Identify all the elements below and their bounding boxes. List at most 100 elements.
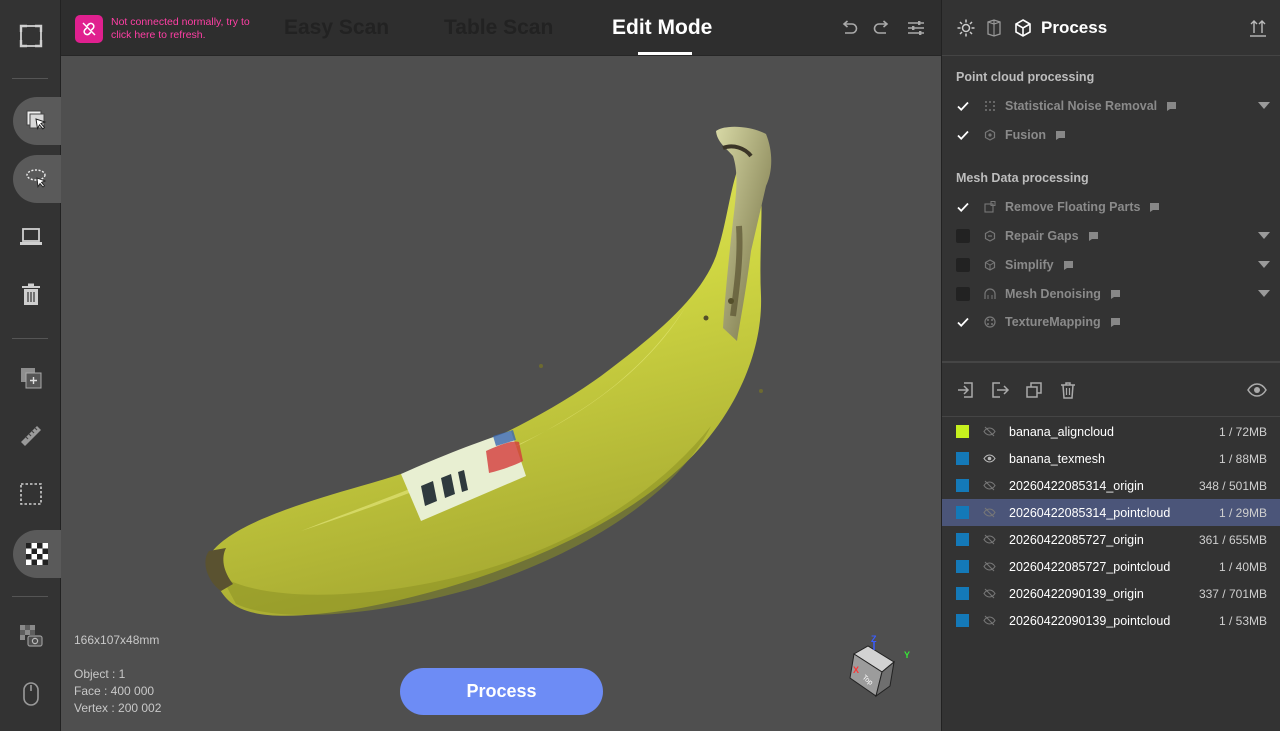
ruler-icon: [20, 426, 41, 446]
chevron-down-icon[interactable]: [1258, 289, 1270, 298]
file-row[interactable]: 20260422085727_origin 361 / 655MB: [942, 526, 1280, 553]
process-item-texture-mapping[interactable]: TextureMapping: [956, 311, 1276, 333]
eye-off-icon[interactable]: [983, 506, 996, 519]
texture-capture-button[interactable]: [0, 612, 61, 660]
sliders-icon[interactable]: [906, 18, 926, 38]
export-icon[interactable]: [990, 380, 1010, 400]
lasso-tool-button[interactable]: [13, 155, 61, 203]
comment-icon[interactable]: [1063, 260, 1073, 270]
file-row[interactable]: 20260422085314_pointcloud 1 / 29MB: [942, 499, 1280, 526]
color-swatch[interactable]: [956, 614, 969, 627]
section-title-point-cloud: Point cloud processing: [956, 70, 1095, 84]
connection-warning-text[interactable]: Not connected normally, try to click her…: [111, 16, 271, 42]
select-tool-button[interactable]: [13, 97, 61, 145]
3d-viewport[interactable]: 166x107x48mm Object : 1 Face : 400 000 V…: [61, 56, 941, 731]
color-swatch[interactable]: [956, 533, 969, 546]
eye-icon[interactable]: [1247, 380, 1267, 400]
app-window: Not connected normally, try to click her…: [0, 0, 1280, 731]
checkbox-unchecked[interactable]: [956, 258, 970, 272]
import-icon[interactable]: [956, 380, 976, 400]
file-name: 20260422085314_pointcloud: [1009, 505, 1171, 520]
eye-off-icon[interactable]: [983, 425, 996, 438]
checkbox-unchecked[interactable]: [956, 229, 970, 243]
repair-gaps-icon: [984, 230, 996, 242]
file-row[interactable]: banana_aligncloud 1 / 72MB: [942, 418, 1280, 445]
file-row[interactable]: banana_texmesh 1 / 88MB: [942, 445, 1280, 472]
file-size: 1 / 72MB: [1218, 424, 1267, 439]
toolbar-divider: [12, 596, 48, 597]
texture-toggle-button[interactable]: [13, 530, 61, 578]
comment-icon[interactable]: [1055, 130, 1065, 140]
checkbox-checked[interactable]: [956, 128, 970, 142]
simplify-icon: [984, 259, 996, 271]
color-swatch[interactable]: [956, 425, 969, 438]
toolbar-divider: [12, 78, 48, 79]
undo-icon[interactable]: [839, 18, 859, 38]
file-row[interactable]: 20260422085314_origin 348 / 501MB: [942, 472, 1280, 499]
process-button[interactable]: Process: [400, 668, 603, 715]
process-item-repair-gaps[interactable]: Repair Gaps: [956, 225, 1276, 247]
file-toolbar: [942, 372, 1280, 408]
process-item-simplify[interactable]: Simplify: [956, 254, 1276, 276]
sort-arrows-icon[interactable]: [1248, 18, 1268, 38]
tab-table-scan[interactable]: Table Scan: [444, 16, 553, 40]
process-item-label: Remove Floating Parts: [1005, 200, 1141, 214]
add-copy-button[interactable]: [0, 354, 61, 402]
eye-off-icon[interactable]: [983, 479, 996, 492]
eye-off-icon[interactable]: [983, 560, 996, 573]
file-row[interactable]: 20260422090139_origin 337 / 701MB: [942, 580, 1280, 607]
trash-icon[interactable]: [1058, 380, 1078, 400]
checkbox-checked[interactable]: [956, 99, 970, 113]
duplicate-icon[interactable]: [1024, 380, 1044, 400]
tab-easy-scan[interactable]: Easy Scan: [284, 16, 389, 40]
comment-icon[interactable]: [1167, 101, 1177, 111]
left-toolbar: [0, 0, 61, 731]
model-dimensions: 166x107x48mm: [74, 633, 160, 647]
file-size: 1 / 88MB: [1218, 451, 1267, 466]
color-swatch[interactable]: [956, 479, 969, 492]
checkbox-unchecked[interactable]: [956, 287, 970, 301]
comment-icon[interactable]: [1110, 289, 1120, 299]
process-item-mesh-denoising[interactable]: Mesh Denoising: [956, 283, 1276, 305]
sun-icon[interactable]: [956, 18, 976, 38]
crop-frame-icon: [19, 483, 42, 505]
tab-edit-mode[interactable]: Edit Mode: [612, 16, 712, 40]
delete-button[interactable]: [0, 270, 61, 318]
checkbox-checked[interactable]: [956, 200, 970, 214]
banana-model[interactable]: [61, 56, 941, 731]
file-size: 1 / 29MB: [1218, 505, 1267, 520]
color-swatch[interactable]: [956, 452, 969, 465]
fit-view-button[interactable]: [0, 12, 61, 60]
process-item-fusion[interactable]: Fusion: [956, 124, 1276, 146]
layers-icon[interactable]: [984, 18, 1004, 38]
connection-warning[interactable]: Not connected normally, try to click her…: [75, 15, 275, 43]
eye-off-icon[interactable]: [983, 614, 996, 627]
eye-off-icon[interactable]: [983, 533, 996, 546]
axis-orientation-cube[interactable]: Top Z Y X: [846, 634, 916, 704]
cube-icon[interactable]: [1013, 18, 1033, 38]
checkbox-checked[interactable]: [956, 315, 970, 329]
comment-icon[interactable]: [1110, 317, 1120, 327]
add-copy-icon: [20, 368, 41, 389]
file-row[interactable]: 20260422090139_pointcloud 1 / 53MB: [942, 607, 1280, 634]
comment-icon[interactable]: [1150, 202, 1160, 212]
process-item-statistical-noise-removal[interactable]: Statistical Noise Removal: [956, 95, 1276, 117]
redo-icon[interactable]: [872, 18, 892, 38]
color-swatch[interactable]: [956, 560, 969, 573]
file-size: 348 / 501MB: [1198, 478, 1267, 493]
comment-icon[interactable]: [1088, 231, 1098, 241]
eye-off-icon[interactable]: [983, 587, 996, 600]
chevron-down-icon[interactable]: [1258, 231, 1270, 240]
eye-icon[interactable]: [983, 452, 996, 465]
texture-camera-icon: [19, 625, 43, 647]
color-swatch[interactable]: [956, 587, 969, 600]
process-item-remove-floating-parts[interactable]: Remove Floating Parts: [956, 196, 1276, 218]
mouse-settings-button[interactable]: [0, 670, 61, 718]
chevron-down-icon[interactable]: [1258, 260, 1270, 269]
file-row[interactable]: 20260422085727_pointcloud 1 / 40MB: [942, 553, 1280, 580]
measure-button[interactable]: [0, 412, 61, 460]
crop-button[interactable]: [0, 470, 61, 518]
device-button[interactable]: [0, 213, 61, 261]
color-swatch[interactable]: [956, 506, 969, 519]
chevron-down-icon[interactable]: [1258, 101, 1270, 110]
